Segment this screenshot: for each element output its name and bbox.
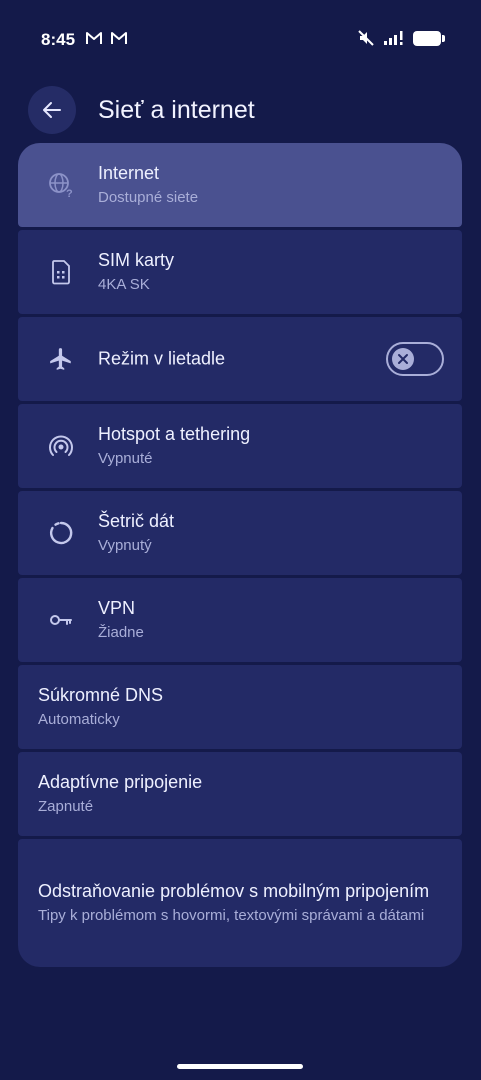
settings-item-title: Odstraňovanie problémov s mobilným pripo… [38, 881, 430, 901]
settings-item-private-dns[interactable]: Súkromné DNS Automaticky [18, 665, 462, 749]
settings-item-subtitle: 4KA SK [98, 276, 150, 293]
settings-list: ? Internet Dostupné siete SIM karty 4KA … [18, 143, 462, 967]
settings-item-title: SIM karty [98, 250, 175, 270]
signal-icon [384, 31, 403, 45]
home-indicator[interactable] [177, 1064, 303, 1069]
settings-item-airplane-mode[interactable]: Režim v lietadle [18, 317, 462, 401]
toggle-knob [392, 348, 414, 370]
back-button[interactable] [28, 86, 76, 134]
settings-item-subtitle: Vypnutý [98, 537, 152, 554]
settings-item-vpn[interactable]: VPN Žiadne [18, 578, 462, 662]
gmail-icon [111, 32, 127, 44]
hotspot-icon [48, 433, 74, 459]
settings-item-title: Internet [98, 163, 160, 183]
sim-card-icon [48, 259, 74, 285]
settings-item-subtitle: Dostupné siete [98, 189, 199, 206]
settings-item-subtitle: Vypnuté [98, 450, 153, 467]
page-title: Sieť a internet [98, 96, 255, 124]
arrow-left-icon [43, 102, 61, 118]
airplane-mode-toggle[interactable] [386, 342, 444, 376]
settings-item-title: Súkromné DNS [38, 685, 164, 705]
settings-item-troubleshooting[interactable]: Odstraňovanie problémov s mobilným pripo… [18, 839, 462, 967]
airplane-icon [48, 346, 74, 372]
settings-item-title: Adaptívne pripojenie [38, 772, 203, 792]
gmail-icon [86, 32, 102, 44]
page-header: Sieť a internet [0, 86, 481, 134]
data-saver-icon [48, 520, 74, 546]
settings-item-internet[interactable]: ? Internet Dostupné siete [18, 143, 462, 227]
settings-item-subtitle: Automaticky [38, 711, 120, 728]
settings-item-sim-cards[interactable]: SIM karty 4KA SK [18, 230, 462, 314]
close-icon [398, 354, 408, 364]
vpn-key-icon [48, 607, 74, 633]
settings-item-subtitle: Žiadne [98, 624, 144, 641]
globe-question-icon: ? [48, 172, 74, 198]
settings-item-hotspot[interactable]: Hotspot a tethering Vypnuté [18, 404, 462, 488]
settings-item-data-saver[interactable]: Šetrič dát Vypnutý [18, 491, 462, 575]
settings-item-title: VPN [98, 598, 136, 618]
settings-item-title: Šetrič dát [98, 511, 175, 531]
settings-item-adaptive-connectivity[interactable]: Adaptívne pripojenie Zapnuté [18, 752, 462, 836]
svg-text:?: ? [66, 188, 73, 198]
status-time: 8:45 [41, 30, 76, 49]
settings-item-title: Hotspot a tethering [98, 424, 251, 444]
mute-icon [358, 30, 374, 46]
status-icons [357, 30, 445, 46]
settings-item-subtitle: Tipy k problémom s hovormi, textovými sp… [38, 907, 425, 924]
settings-item-subtitle: Zapnuté [38, 798, 94, 815]
battery-icon [413, 30, 445, 46]
status-bar: 8:45 [0, 0, 481, 80]
